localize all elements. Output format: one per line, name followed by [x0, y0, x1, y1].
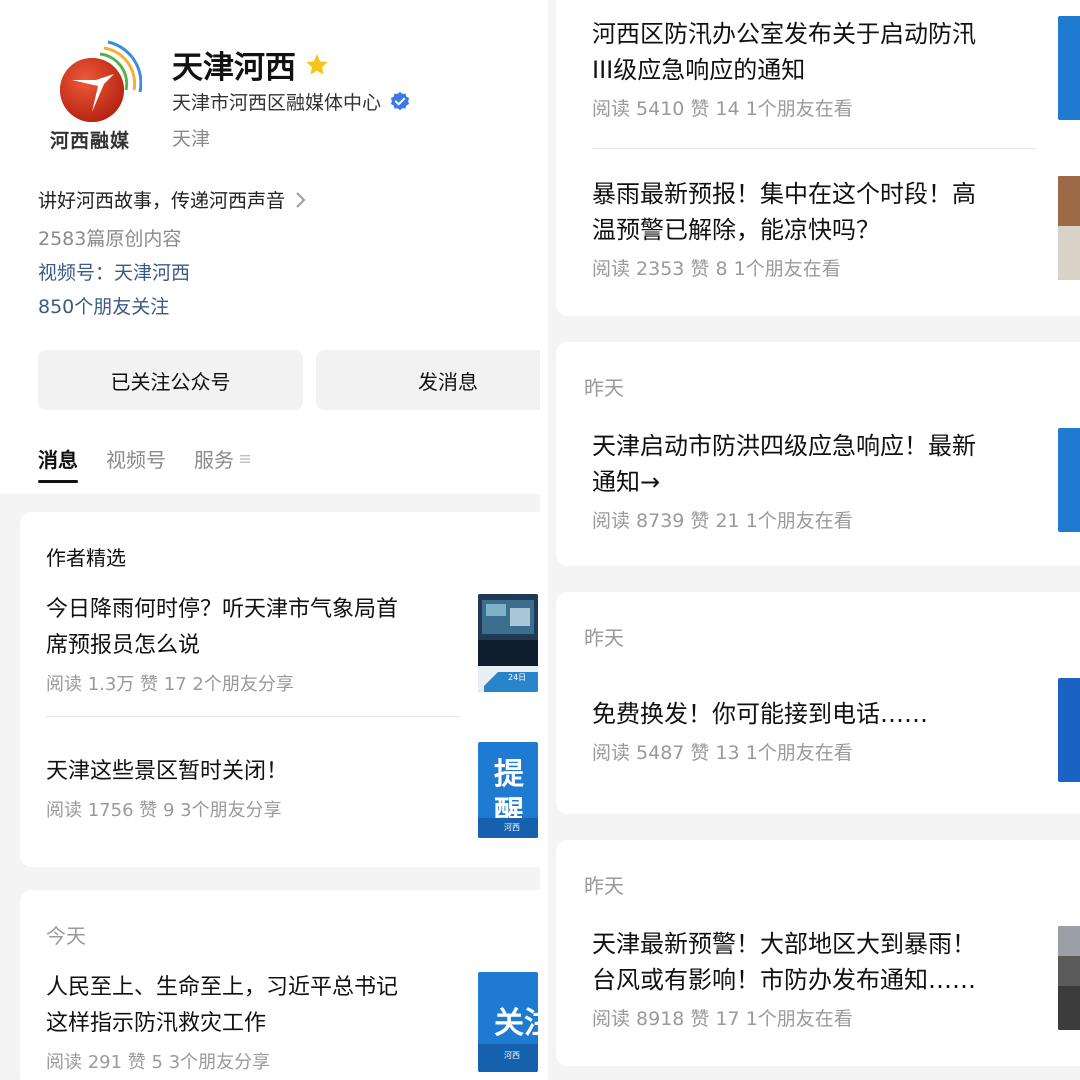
feed-card: 昨天 天津启动市防洪四级应急响应！最新 通知→ 阅读 8739 赞 21 1个朋…	[556, 342, 1080, 566]
article-thumbnail[interactable]	[1058, 16, 1080, 120]
account-org: 天津市河西区融媒体中心	[172, 92, 382, 114]
article-thumbnail[interactable]	[1058, 176, 1080, 280]
account-org-row: 天津市河西区融媒体中心	[172, 88, 411, 115]
featured-section-title: 作者精选	[46, 546, 126, 570]
message-feed-panel: 河西区防汛办公室发布关于启动防汛 III级应急响应的通知 阅读 5410 赞 1…	[548, 0, 1080, 1080]
tab-services-label: 服务	[194, 448, 234, 472]
divider	[46, 716, 460, 717]
article-item[interactable]: 河西区防汛办公室发布关于启动防汛 III级应急响应的通知 阅读 5410 赞 1…	[592, 16, 1032, 121]
feed-card: 昨天 免费换发！你可能接到电话…… 阅读 5487 赞 13 1个朋友在看	[556, 592, 1080, 814]
account-slogan: 讲好河西故事，传递河西声音	[38, 190, 286, 212]
article-item[interactable]: 今日降雨何时停？听天津市气象局首 席预报员怎么说 阅读 1.3万 赞 17 2个…	[46, 592, 466, 696]
chevron-right-icon	[296, 191, 306, 208]
tab-messages[interactable]: 消息	[38, 444, 78, 483]
account-name-row: 天津河西	[172, 42, 330, 87]
tab-messages-label: 消息	[38, 448, 78, 472]
article-title: 今日降雨何时停？听天津市气象局首 席预报员怎么说	[46, 592, 466, 664]
article-thumbnail[interactable]: 24日	[478, 594, 538, 692]
thumbnail-brand: 河西	[504, 1051, 520, 1060]
tab-services[interactable]: 服务	[194, 444, 250, 483]
article-title: 天津这些景区暂时关闭！	[46, 759, 289, 784]
video-channel-link[interactable]: 视频号：天津河西	[38, 258, 190, 285]
article-title: 河西区防汛办公室发布关于启动防汛 III级应急响应的通知	[592, 16, 1032, 88]
logo-emblem-icon	[60, 40, 143, 122]
article-item[interactable]: 天津最新预警！大部地区大到暴雨！ 台风或有影响！市防办发布通知…… 阅读 891…	[592, 926, 1032, 1031]
article-meta: 阅读 8739 赞 21 1个朋友在看	[592, 510, 853, 532]
article-thumbnail[interactable]	[1058, 428, 1080, 532]
feed-card: 昨天 天津最新预警！大部地区大到暴雨！ 台风或有影响！市防办发布通知…… 阅读 …	[556, 840, 1080, 1066]
storm-photo-thumbnail-icon	[1058, 926, 1080, 1030]
article-title-line: 暴雨最新预报！集中在这个时段！高	[592, 180, 976, 208]
article-meta: 阅读 5410 赞 14 1个朋友在看	[592, 98, 853, 120]
feed-card: 河西区防汛办公室发布关于启动防汛 III级应急响应的通知 阅读 5410 赞 1…	[556, 0, 1080, 316]
article-title-line: 人民至上、生命至上，习近平总书记	[46, 975, 399, 1000]
article-title-line: 席预报员怎么说	[46, 633, 201, 658]
article-title-line: III级应急响应的通知	[592, 56, 806, 84]
menu-icon	[240, 454, 250, 463]
article-title: 免费换发！你可能接到电话……	[592, 700, 928, 728]
day-label: 昨天	[584, 626, 624, 650]
thumbnail-footer: 河西	[478, 1044, 538, 1072]
tab-video-label: 视频号	[106, 448, 166, 472]
article-meta: 阅读 291 赞 5 3个朋友分享	[46, 1052, 271, 1073]
thumbnail-caption: 24日	[508, 673, 527, 682]
tab-video[interactable]: 视频号	[106, 444, 166, 483]
article-title-line: 今日降雨何时停？听天津市气象局首	[46, 597, 399, 622]
day-label: 今天	[46, 924, 86, 948]
day-label: 昨天	[584, 874, 624, 898]
account-logo[interactable]: 河西融媒	[38, 40, 143, 155]
star-icon[interactable]	[304, 52, 330, 78]
article-meta: 阅读 5487 赞 13 1个朋友在看	[592, 742, 853, 764]
article-title-line: 天津最新预警！大部地区大到暴雨！	[592, 930, 976, 958]
account-intro-link[interactable]: 讲好河西故事，传递河西声音	[38, 186, 307, 213]
today-card: 今天 人民至上、生命至上，习近平总书记 这样指示防汛救灾工作 阅读 291 赞 …	[20, 890, 540, 1080]
article-item[interactable]: 天津这些景区暂时关闭！ 阅读 1756 赞 9 3个朋友分享	[46, 754, 466, 822]
article-item[interactable]: 暴雨最新预报！集中在这个时段！高 温预警已解除，能凉快吗？ 阅读 2353 赞 …	[592, 176, 1032, 281]
divider	[592, 148, 1036, 149]
article-meta: 阅读 2353 赞 8 1个朋友在看	[592, 258, 841, 280]
panel-gap	[540, 0, 548, 1080]
rain-photo-thumbnail-icon	[1058, 176, 1080, 280]
thumbnail-footer: 河西	[478, 818, 538, 838]
article-title: 暴雨最新预报！集中在这个时段！高 温预警已解除，能凉快吗？	[592, 176, 1032, 248]
article-title-line: 天津启动市防洪四级应急响应！最新	[592, 432, 976, 460]
article-meta: 阅读 1756 赞 9 3个朋友分享	[46, 800, 282, 821]
article-title-line: 河西区防汛办公室发布关于启动防汛	[592, 20, 976, 48]
article-item[interactable]: 人民至上、生命至上，习近平总书记 这样指示防汛救灾工作 阅读 291 赞 5 3…	[46, 970, 466, 1074]
followed-button[interactable]: 已关注公众号	[38, 350, 303, 410]
account-location: 天津	[172, 128, 211, 150]
account-name: 天津河西	[172, 50, 296, 86]
thumbnail-brand: 河西	[504, 823, 520, 832]
article-thumbnail[interactable]	[1058, 926, 1080, 1030]
article-title: 人民至上、生命至上，习近平总书记 这样指示防汛救灾工作	[46, 970, 466, 1042]
friends-follow-link[interactable]: 850个朋友关注	[38, 292, 169, 319]
article-title-line: 台风或有影响！市防办发布通知……	[592, 966, 976, 994]
article-title-line: 这样指示防汛救灾工作	[46, 1011, 267, 1036]
day-label: 昨天	[584, 376, 624, 400]
article-title: 天津最新预警！大部地区大到暴雨！ 台风或有影响！市防办发布通知……	[592, 926, 1032, 998]
featured-card: 作者精选 今日降雨何时停？听天津市气象局首 席预报员怎么说 阅读 1.3万 赞 …	[20, 512, 540, 867]
logo-text: 河西融媒	[49, 130, 130, 152]
article-title-line: 温预警已解除，能凉快吗？	[592, 216, 880, 244]
article-item[interactable]: 免费换发！你可能接到电话…… 阅读 5487 赞 13 1个朋友在看	[592, 696, 1032, 765]
article-title-line: 通知→	[592, 468, 661, 496]
content-tabs: 消息 视频号 服务	[38, 444, 278, 483]
account-profile-panel: 河西融媒 天津河西 天津市河西区融媒体中心 天津 讲好河西故事，传递河西声音 2…	[0, 0, 540, 1080]
article-meta: 阅读 1.3万 赞 17 2个朋友分享	[46, 674, 294, 695]
article-title: 天津启动市防洪四级应急响应！最新 通知→	[592, 428, 1032, 500]
article-item[interactable]: 天津启动市防洪四级应急响应！最新 通知→ 阅读 8739 赞 21 1个朋友在看	[592, 428, 1032, 533]
article-thumbnail[interactable]	[1058, 678, 1080, 782]
article-thumbnail[interactable]: 关注 河西	[478, 972, 538, 1072]
verified-badge-icon	[390, 91, 410, 110]
send-message-button[interactable]: 发消息	[316, 350, 540, 410]
original-content-count[interactable]: 2583篇原创内容	[38, 224, 181, 251]
article-meta: 阅读 8918 赞 17 1个朋友在看	[592, 1008, 853, 1030]
article-thumbnail[interactable]: 提醒 河西	[478, 742, 538, 838]
thumbnail-caption: 关注	[494, 1006, 538, 1041]
